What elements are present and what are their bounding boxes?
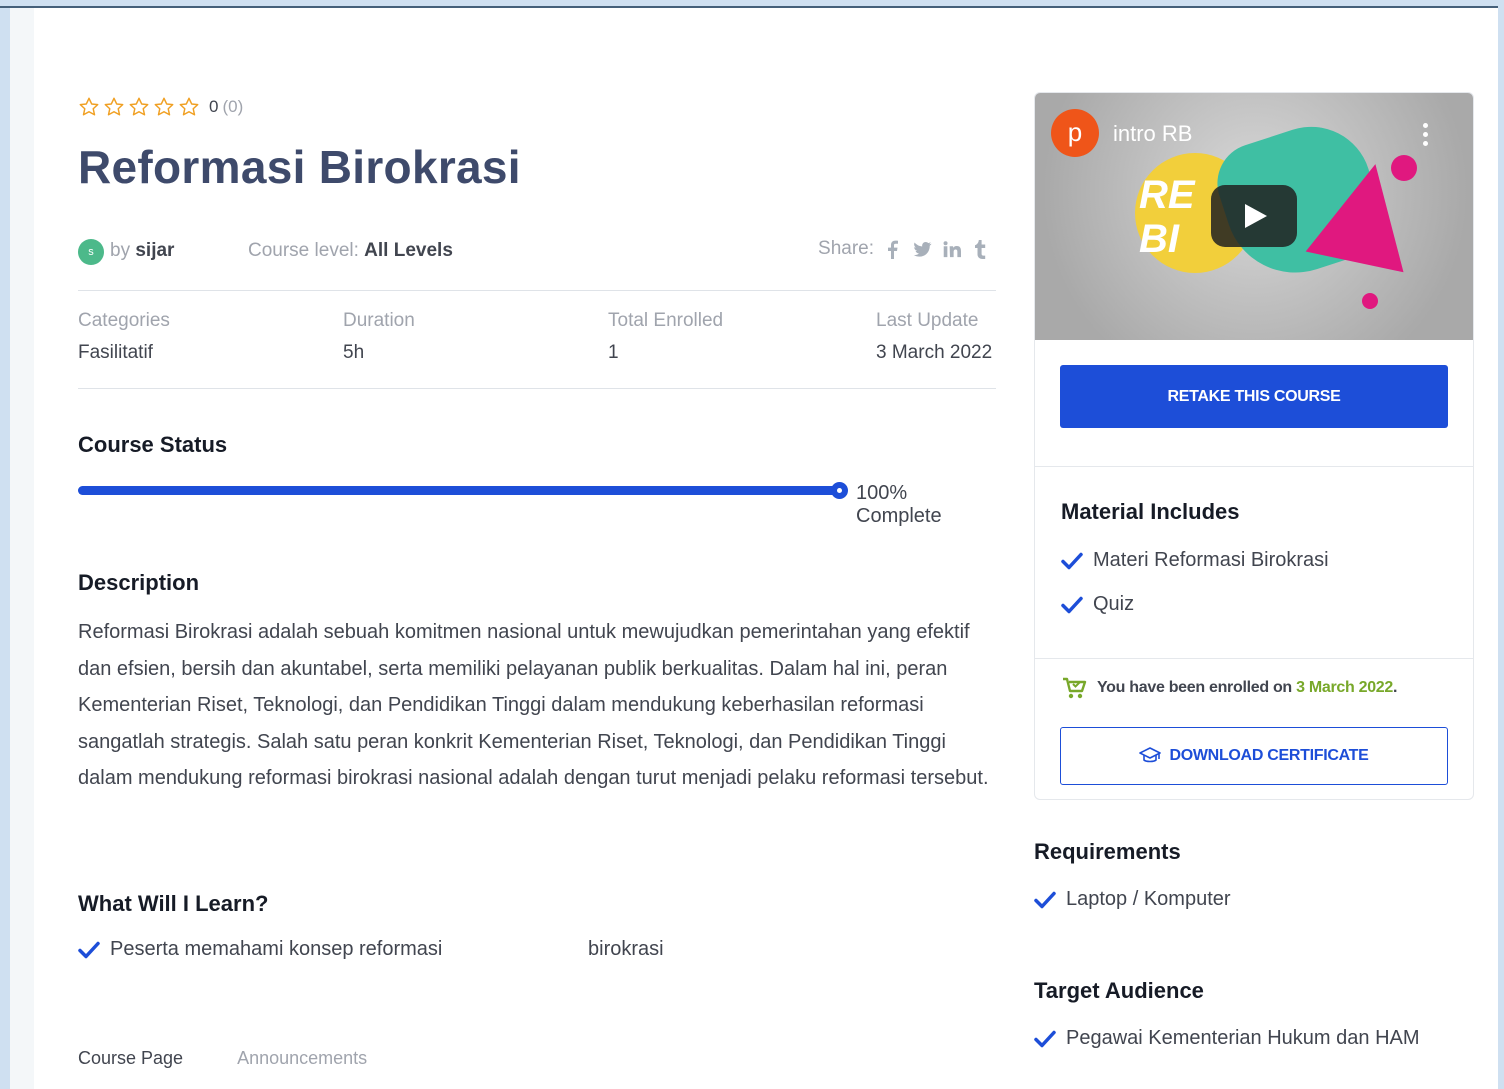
audience-text: Pegawai Kementerian Hukum dan HAM — [1066, 1027, 1420, 1049]
play-icon[interactable] — [1211, 185, 1297, 247]
rating-count: (0) — [222, 97, 244, 116]
channel-avatar[interactable]: p — [1051, 109, 1099, 157]
info-value: 5h — [343, 342, 365, 363]
course-title: Reformasi Birokrasi — [78, 141, 521, 193]
course-status-heading: Course Status — [78, 432, 228, 457]
learn-item: birokrasi — [588, 938, 664, 961]
material-heading: Material Includes — [1061, 499, 1240, 524]
video-overlay-text: RE BI — [1139, 173, 1195, 261]
divider — [1035, 658, 1473, 659]
course-page: 0 (0) Reformasi Birokrasi s by sijar Cou… — [10, 8, 1498, 1089]
progress-text: 100% Complete — [856, 482, 942, 527]
enrolled-text: You have been enrolled on — [1097, 679, 1292, 696]
tab-announcements[interactable]: Announcements — [237, 1048, 367, 1069]
info-total-enrolled: Total Enrolled 1 — [608, 310, 723, 364]
author-name[interactable]: sijar — [135, 240, 174, 261]
material-item-text: Quiz — [1093, 593, 1135, 615]
divider — [1035, 466, 1473, 467]
learn-heading: What Will I Learn? — [78, 891, 269, 916]
progress-knob — [831, 482, 848, 499]
target-audience-heading: Target Audience — [1034, 978, 1204, 1003]
course-level: Course level: All Levels — [248, 240, 453, 262]
facebook-icon[interactable] — [883, 238, 903, 260]
graduation-cap-icon — [1139, 747, 1162, 763]
course-meta: s by sijar Course level: All Levels Shar… — [78, 236, 996, 270]
info-label: Duration — [343, 310, 415, 331]
progress-fill — [78, 486, 840, 495]
video-thumbnail-shape — [1362, 293, 1378, 309]
info-value[interactable]: Fasilitatif — [78, 342, 170, 364]
top-border — [0, 0, 1504, 8]
requirement-text: Laptop / Komputer — [1066, 888, 1231, 910]
right-margin — [1498, 0, 1504, 1089]
enrolled-date: 3 March 2022 — [1296, 679, 1393, 696]
star-outline-icon — [79, 97, 99, 116]
star-outline-icon — [154, 97, 174, 116]
course-level-value: All Levels — [364, 240, 453, 261]
check-icon — [78, 941, 100, 958]
progress-bar — [78, 482, 848, 499]
video-title[interactable]: intro RB — [1113, 121, 1192, 147]
material-item-text: Materi Reformasi Birokrasi — [1093, 549, 1329, 571]
requirement-item: Laptop / Komputer — [1034, 888, 1231, 911]
rating-value: 0 — [209, 97, 219, 116]
by-label: by — [110, 240, 131, 261]
download-certificate-button[interactable]: DOWNLOAD CERTIFICATE — [1060, 727, 1448, 785]
audience-item: Pegawai Kementerian Hukum dan HAM — [1034, 1027, 1420, 1050]
info-value: 1 — [608, 342, 619, 363]
description-text: Reformasi Birokrasi adalah sebuah komitm… — [78, 621, 989, 789]
enrolled-suffix: . — [1393, 679, 1398, 696]
divider — [78, 388, 996, 389]
twitter-icon[interactable] — [912, 238, 932, 260]
avatar[interactable]: s — [78, 239, 104, 265]
share-bar: Share: — [818, 238, 990, 260]
info-categories: Categories Fasilitatif — [78, 310, 170, 364]
certificate-label: DOWNLOAD CERTIFICATE — [1169, 747, 1369, 764]
tab-course-page[interactable]: Course Page — [78, 1048, 183, 1069]
learn-item-text: Peserta memahami konsep reformasi — [110, 938, 443, 960]
learn-item: Peserta memahami konsep reformasi — [78, 938, 442, 961]
author-byline: by sijar — [110, 240, 174, 262]
video-thumbnail-shape — [1391, 155, 1417, 181]
check-icon — [1061, 596, 1083, 613]
info-label: Last Update — [876, 310, 979, 331]
star-outline-icon — [129, 97, 149, 116]
info-label: Categories — [78, 310, 170, 331]
description-heading: Description — [78, 570, 200, 595]
divider — [78, 290, 996, 291]
requirements-heading: Requirements — [1034, 839, 1181, 864]
check-icon — [1034, 1030, 1056, 1047]
star-outline-icon — [104, 97, 124, 116]
retake-course-button[interactable]: RETAKE THIS COURSE — [1060, 365, 1448, 428]
learn-item-text: birokrasi — [588, 938, 664, 960]
material-item: Quiz — [1061, 593, 1134, 616]
cart-icon — [1063, 677, 1087, 699]
rating: 0 (0) — [78, 96, 243, 118]
course-tabs: Course Page Announcements — [78, 1048, 421, 1069]
info-duration: Duration 5h — [343, 310, 415, 364]
info-value: 3 March 2022 — [876, 342, 993, 363]
check-icon — [1061, 552, 1083, 569]
material-item: Materi Reformasi Birokrasi — [1061, 549, 1329, 572]
star-outline-icon — [179, 97, 199, 116]
tumblr-icon[interactable] — [970, 238, 990, 260]
info-label: Total Enrolled — [608, 310, 724, 331]
course-level-label: Course level: — [248, 240, 359, 261]
info-last-update: Last Update 3 March 2022 — [876, 310, 992, 364]
linkedin-icon[interactable] — [941, 238, 961, 260]
video-player[interactable]: RE BI p intro RB — [1035, 93, 1473, 340]
course-card: RE BI p intro RB RETAKE THIS COURSE Mate… — [1034, 92, 1474, 800]
more-vertical-icon[interactable] — [1423, 123, 1429, 147]
check-icon — [1034, 891, 1056, 908]
left-margin — [10, 8, 34, 1089]
enrolled-notice: You have been enrolled on 3 March 2022. — [1061, 675, 1397, 701]
share-label: Share: — [818, 238, 874, 259]
